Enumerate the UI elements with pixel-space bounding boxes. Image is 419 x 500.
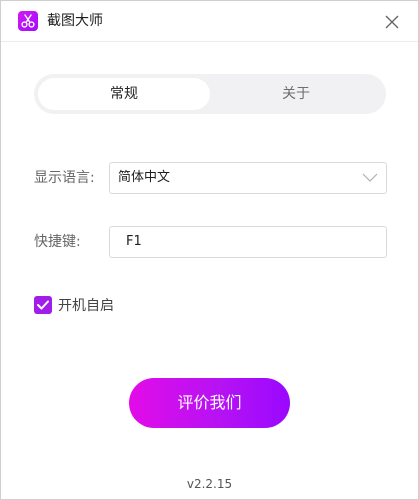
scissors-icon: [18, 11, 38, 31]
language-label: 显示语言:: [34, 170, 95, 186]
tab-bar: 常规 关于: [34, 74, 386, 114]
hotkey-value: F1: [126, 234, 142, 249]
chevron-down-icon: [362, 173, 378, 182]
close-icon: [385, 15, 399, 29]
hotkey-input[interactable]: F1: [109, 226, 387, 258]
autostart-checkbox[interactable]: [34, 296, 52, 314]
language-select[interactable]: 简体中文: [109, 162, 387, 194]
version-text: v2.2.15: [186, 477, 233, 491]
language-select-value: 简体中文: [118, 170, 171, 185]
title-bar: 截图大师: [1, 1, 418, 42]
settings-window: 截图大师 常规 关于 显示语言: 简体中文 快捷键: F1 开机自启 评价我们 …: [0, 0, 419, 500]
close-button[interactable]: [379, 9, 405, 35]
tab-about[interactable]: 关于: [210, 78, 382, 110]
rate-us-button[interactable]: 评价我们: [129, 378, 290, 428]
autostart-label[interactable]: 开机自启: [58, 297, 114, 315]
hotkey-label: 快捷键:: [34, 234, 81, 250]
tab-general[interactable]: 常规: [38, 78, 210, 110]
app-title: 截图大师: [47, 13, 103, 29]
checkmark-icon: [37, 300, 49, 310]
